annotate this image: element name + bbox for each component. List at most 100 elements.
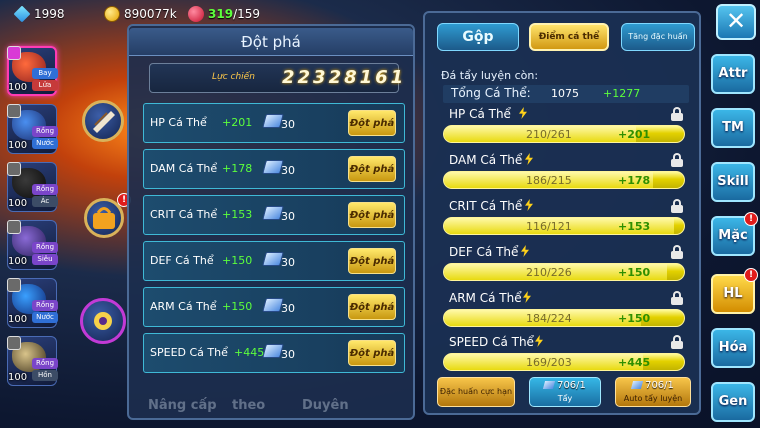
lightning-icon — [525, 199, 533, 211]
stat-bonus: +153 — [222, 208, 253, 221]
bag-button[interactable]: ! — [84, 193, 131, 238]
combat-power-display: Lực chiến 22328161 — [149, 63, 403, 93]
total-bonus: +1277 — [603, 87, 641, 100]
stat-name: SPEED Cá Thể — [449, 335, 534, 349]
stat-bonus: +445 — [234, 346, 265, 359]
nav-tm[interactable]: TM — [711, 108, 755, 148]
type-tag: Bay — [32, 68, 58, 79]
pokemon-level: 100 — [8, 82, 28, 93]
background-label: Duyên — [302, 398, 349, 413]
claw-icon — [93, 111, 115, 133]
cost-value: 30 — [281, 302, 295, 315]
pokemon-slot-5[interactable]: Rồng Nước 100 — [4, 276, 60, 330]
breakthrough-button[interactable]: Đột phá — [348, 294, 396, 320]
lightning-icon — [521, 245, 529, 257]
rank-badge-icon — [7, 46, 21, 60]
gold-value: 890077k — [124, 7, 177, 21]
skill-shortcut-button[interactable] — [82, 100, 124, 142]
breakthrough-row: ARM Cá Thể +150 30 Đột phá — [143, 287, 405, 327]
stat-name: CRIT Cá Thể — [150, 208, 218, 221]
background-label: Nâng cấp — [148, 398, 217, 413]
pokemon-slot-1[interactable]: Bay Lửa 100 — [4, 44, 60, 98]
lock-icon[interactable] — [671, 245, 683, 259]
stat-bonus: +153 — [618, 220, 651, 233]
background-label: theo — [232, 398, 266, 413]
nav-attr[interactable]: Attr — [711, 54, 755, 94]
breakthrough-button[interactable]: Đột phá — [348, 156, 396, 182]
tab-individual-points[interactable]: Điểm cá thể — [529, 23, 609, 51]
berry-icon — [188, 6, 204, 22]
combat-power-label: Lực chiến — [212, 72, 255, 82]
stat-row-crit: CRIT Cá Thể 116/121 +153 — [439, 199, 693, 245]
stat-bonus: +178 — [618, 174, 651, 187]
lock-icon[interactable] — [671, 199, 683, 213]
type-tag: Hồn — [32, 370, 58, 381]
diamond-counter: 1998 — [13, 5, 65, 23]
evolution-wheel-button[interactable] — [80, 298, 126, 344]
stat-bonus: +150 — [618, 266, 651, 279]
stamina-counter: 319/159 — [188, 5, 260, 23]
type-tag: Rồng — [32, 184, 58, 195]
lightning-icon — [523, 291, 531, 303]
stamina-value: 319 — [208, 7, 234, 21]
type-tag: Nước — [32, 312, 58, 323]
breakthrough-button[interactable]: Đột phá — [348, 110, 396, 136]
stat-value: 186/215 — [526, 174, 572, 187]
lock-icon[interactable] — [671, 291, 683, 305]
close-button[interactable]: ✕ — [716, 4, 756, 40]
stat-value: 116/121 — [526, 220, 572, 233]
breakthrough-row: SPEED Cá Thể +445 30 Đột phá — [143, 333, 405, 373]
stat-progress-bar: 169/203 +445 — [443, 353, 685, 371]
rank-badge-icon — [7, 104, 21, 118]
stat-name: DAM Cá Thể — [449, 153, 523, 167]
pokemon-level: 100 — [8, 372, 28, 383]
stat-name: DAM Cá Thể — [150, 162, 218, 175]
auto-wash-button[interactable]: 706/1 Auto tẩy luyện — [615, 377, 691, 407]
stat-row-hp: HP Cá Thể 210/261 +201 — [439, 107, 693, 153]
notification-alert-icon: ! — [744, 268, 758, 282]
total-value: 1075 — [551, 87, 579, 100]
lock-icon[interactable] — [671, 335, 683, 349]
type-tag: Rồng — [32, 300, 58, 311]
type-tag: Siêu — [32, 254, 58, 265]
stat-bonus: +150 — [618, 312, 651, 325]
nav-hoa[interactable]: Hóa — [711, 328, 755, 368]
total-label: Tổng Cá Thể: — [451, 86, 531, 100]
lock-icon[interactable] — [671, 153, 683, 167]
nav-skill[interactable]: Skill — [711, 162, 755, 202]
breakthrough-row: HP Cá Thể +201 30 Đột phá — [143, 103, 405, 143]
pokemon-level: 100 — [8, 256, 28, 267]
stat-value: 169/203 — [526, 356, 572, 369]
pokemon-level: 100 — [8, 314, 28, 325]
lock-icon[interactable] — [671, 107, 683, 121]
pokemon-slot-3[interactable]: Rồng Ác 100 — [4, 160, 60, 214]
type-tag: Rồng — [32, 358, 58, 369]
auto-wash-count: 706/1 — [616, 380, 690, 391]
pokemon-team-list: Bay Lửa 100 Rồng Nước 100 Rồng Ác 100 Rồ… — [4, 40, 60, 428]
rank-badge-icon — [7, 336, 21, 350]
pokemon-slot-2[interactable]: Rồng Nước 100 — [4, 102, 60, 156]
special-training-button[interactable]: Đặc huấn cực hạn — [437, 377, 515, 407]
stat-progress-bar: 210/261 +201 — [443, 125, 685, 143]
stat-name: HP Cá Thể — [449, 107, 511, 121]
pokemon-slot-6[interactable]: Rồng Hồn 100 — [4, 334, 60, 388]
gold-coin-icon — [104, 6, 120, 22]
pokemon-slot-4[interactable]: Rồng Siêu 100 — [4, 218, 60, 272]
nav-gen[interactable]: Gen — [711, 382, 755, 422]
wash-button[interactable]: 706/1 Tẩy — [529, 377, 601, 407]
breakthrough-button[interactable]: Đột phá — [348, 248, 396, 274]
stat-bonus: +201 — [618, 128, 651, 141]
stat-row-speed: SPEED Cá Thể 169/203 +445 — [439, 335, 693, 381]
stat-progress-bar: 186/215 +178 — [443, 171, 685, 189]
stat-progress-bar: 210/226 +150 — [443, 263, 685, 281]
breakthrough-button[interactable]: Đột phá — [348, 340, 396, 366]
breakthrough-button[interactable]: Đột phá — [348, 202, 396, 228]
breakthrough-row: DEF Cá Thể +150 30 Đột phá — [143, 241, 405, 281]
stat-row-arm: ARM Cá Thể 184/224 +150 — [439, 291, 693, 337]
tab-merge[interactable]: Gộp — [437, 23, 519, 51]
stat-row-dam: DAM Cá Thể 186/215 +178 — [439, 153, 693, 199]
rank-badge-icon — [7, 278, 21, 292]
tab-special-training[interactable]: Tăng đặc huấn — [621, 23, 695, 51]
stat-name: ARM Cá Thể — [150, 300, 217, 313]
type-tag: Rồng — [32, 126, 58, 137]
